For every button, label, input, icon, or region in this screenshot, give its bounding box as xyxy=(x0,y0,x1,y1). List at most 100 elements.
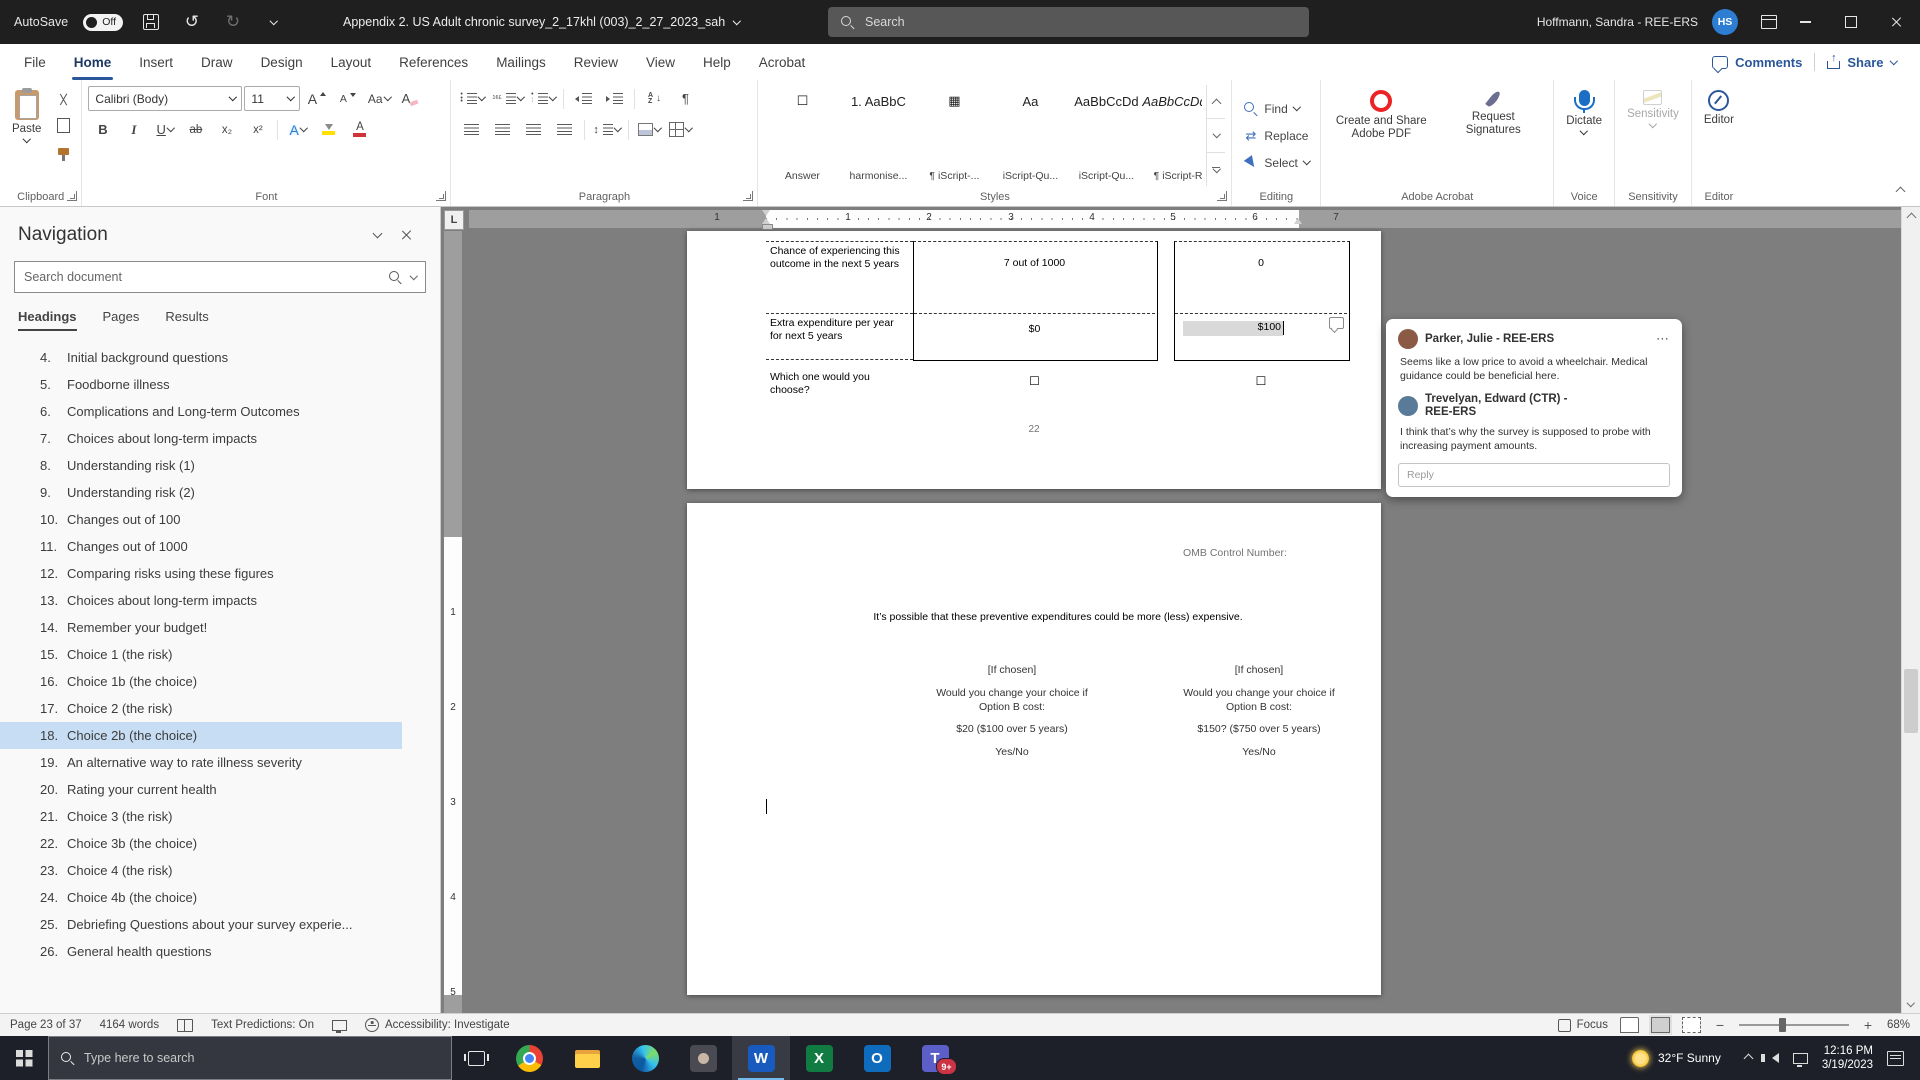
justify-button[interactable] xyxy=(550,118,579,142)
scrollbar-thumb[interactable] xyxy=(1904,669,1918,733)
align-right-button[interactable] xyxy=(519,118,548,142)
find-button[interactable]: Find xyxy=(1238,97,1314,121)
ribbon-tab[interactable]: View xyxy=(632,44,689,80)
ribbon-display-options-button[interactable] xyxy=(1756,8,1782,36)
navigation-options-button[interactable] xyxy=(362,223,392,247)
comments-button[interactable]: Comments xyxy=(1712,55,1802,70)
scroll-up-button[interactable] xyxy=(1902,207,1920,225)
clear-formatting-button[interactable] xyxy=(395,87,424,111)
nav-heading-item[interactable]: 6. Complications and Long-term Outcomes xyxy=(0,398,402,425)
document-page-1[interactable]: Chance of experiencing this outcome in t… xyxy=(687,231,1381,489)
decrease-indent-button[interactable] xyxy=(569,87,598,111)
superscript-button[interactable] xyxy=(243,118,272,142)
ribbon-tab[interactable]: Review xyxy=(560,44,632,80)
paste-button[interactable]: Paste xyxy=(6,85,47,186)
taskbar-chrome[interactable] xyxy=(500,1036,558,1080)
action-center-button[interactable] xyxy=(1887,1051,1904,1066)
style-card[interactable]: ▦ ¶ iScript-... xyxy=(916,85,992,186)
user-avatar[interactable]: HS xyxy=(1712,9,1738,35)
minimize-button[interactable] xyxy=(1782,0,1828,44)
focus-button[interactable]: Focus xyxy=(1558,1019,1608,1032)
ribbon-tab[interactable]: Help xyxy=(689,44,745,80)
first-line-indent-marker[interactable] xyxy=(762,210,770,216)
style-card[interactable]: Aa iScript-Qu... xyxy=(992,85,1068,186)
nav-heading-item[interactable]: 26. General health questions xyxy=(0,938,402,965)
clipboard-dialog-launcher[interactable] xyxy=(67,191,77,201)
vertical-ruler[interactable]: 12345 xyxy=(444,231,462,1013)
ribbon-tab[interactable]: Acrobat xyxy=(745,44,820,80)
ribbon-tab[interactable]: Home xyxy=(60,44,126,80)
create-share-pdf-button[interactable]: Create and Share Adobe PDF xyxy=(1327,85,1435,186)
replace-button[interactable]: ⇄Replace xyxy=(1238,124,1314,148)
read-mode-button[interactable] xyxy=(1620,1017,1639,1033)
cut-button[interactable] xyxy=(51,87,75,111)
show-formatting-marks-button[interactable] xyxy=(671,87,700,111)
proofing-icon[interactable] xyxy=(177,1019,193,1032)
quick-access-toolbar-menu[interactable] xyxy=(261,8,287,36)
ribbon-tab[interactable]: File xyxy=(10,44,60,80)
page-indicator[interactable]: Page 23 of 37 xyxy=(10,1019,82,1031)
style-card[interactable]: AaBbCcDd iScript-Qu... xyxy=(1068,85,1144,186)
request-signatures-button[interactable]: Request Signatures xyxy=(1439,85,1547,186)
nav-heading-item[interactable]: 21. Choice 3 (the risk) xyxy=(0,803,402,830)
nav-heading-item[interactable]: 15. Choice 1 (the risk) xyxy=(0,641,402,668)
numbering-button[interactable] xyxy=(489,87,526,111)
taskbar-image-app[interactable] xyxy=(674,1036,732,1080)
nav-heading-item[interactable]: 7. Choices about long-term impacts xyxy=(0,425,402,452)
document-page-2[interactable]: OMB Control Number: It’s possible that t… xyxy=(687,503,1381,995)
underline-button[interactable] xyxy=(150,118,179,142)
zoom-slider[interactable] xyxy=(1739,1024,1849,1026)
ribbon-tab[interactable]: Draw xyxy=(187,44,247,80)
comment-anchor-icon[interactable] xyxy=(1329,317,1344,329)
ribbon-tab[interactable]: Layout xyxy=(317,44,386,80)
zoom-out-button[interactable]: − xyxy=(1713,1017,1727,1033)
align-left-button[interactable] xyxy=(457,118,486,142)
nav-heading-item[interactable]: 20. Rating your current health xyxy=(0,776,402,803)
share-button[interactable]: Share xyxy=(1827,55,1896,70)
taskbar-excel[interactable]: X xyxy=(790,1036,848,1080)
ribbon-tab[interactable]: References xyxy=(385,44,482,80)
sort-button[interactable] xyxy=(640,87,669,111)
task-view-button[interactable] xyxy=(452,1036,500,1080)
style-card[interactable]: 1. AaBbC harmonise... xyxy=(840,85,916,186)
multilevel-list-button[interactable] xyxy=(528,87,558,111)
nav-heading-item[interactable]: 14. Remember your budget! xyxy=(0,614,402,641)
nav-heading-item[interactable]: 17. Choice 2 (the risk) xyxy=(0,695,402,722)
taskbar-search[interactable]: Type here to search xyxy=(48,1036,452,1080)
taskbar-teams[interactable]: T 9+ xyxy=(906,1036,964,1080)
user-name[interactable]: Hoffmann, Sandra - REE-ERS xyxy=(1537,15,1698,29)
comment-card[interactable]: Parker, Julie - REE-ERS ⋯ Seems like a l… xyxy=(1386,319,1682,497)
nav-heading-item[interactable]: 9. Understanding risk (2) xyxy=(0,479,402,506)
clock[interactable]: 12:16 PM 3/19/2023 xyxy=(1822,1044,1873,1073)
highlight-button[interactable] xyxy=(314,118,343,142)
align-center-button[interactable] xyxy=(488,118,517,142)
taskbar-file-explorer[interactable] xyxy=(558,1036,616,1080)
borders-button[interactable] xyxy=(665,118,694,142)
left-indent-marker[interactable] xyxy=(762,224,773,230)
strikethrough-button[interactable] xyxy=(181,118,210,142)
horizontal-ruler[interactable]: 11234567 xyxy=(441,207,1902,231)
reply-input[interactable]: Reply xyxy=(1398,463,1670,487)
copy-button[interactable] xyxy=(51,113,75,137)
nav-heading-item[interactable]: 19. An alternative way to rate illness s… xyxy=(0,749,402,776)
nav-heading-item[interactable]: 11. Changes out of 1000 xyxy=(0,533,402,560)
nav-heading-item[interactable]: 13. Choices about long-term impacts xyxy=(0,587,402,614)
zoom-slider-thumb[interactable] xyxy=(1779,1018,1786,1032)
maximize-button[interactable] xyxy=(1828,0,1874,44)
checkbox-option-a[interactable]: ☐ xyxy=(913,375,1156,388)
styles-dialog-launcher[interactable] xyxy=(1217,191,1227,201)
font-dialog-launcher[interactable] xyxy=(436,191,446,201)
nav-heading-item[interactable]: 5. Foodborne illness xyxy=(0,371,402,398)
nav-heading-item[interactable]: 4. Initial background questions xyxy=(0,344,402,371)
nav-heading-item[interactable]: 16. Choice 1b (the choice) xyxy=(0,668,402,695)
style-card[interactable]: ☐ Answer xyxy=(764,85,840,186)
editor-button[interactable]: Editor xyxy=(1698,85,1740,186)
change-case-button[interactable] xyxy=(364,87,393,111)
font-family-select[interactable]: Calibri (Body) xyxy=(88,86,242,111)
sensitivity-button[interactable]: Sensitivity xyxy=(1621,85,1685,186)
dictate-button[interactable]: Dictate xyxy=(1560,85,1608,186)
nav-heading-item[interactable]: 23. Choice 4 (the risk) xyxy=(0,857,402,884)
volume-icon[interactable] xyxy=(1772,1053,1779,1063)
vertical-scrollbar[interactable] xyxy=(1901,207,1920,1013)
tab-results[interactable]: Results xyxy=(165,309,208,331)
